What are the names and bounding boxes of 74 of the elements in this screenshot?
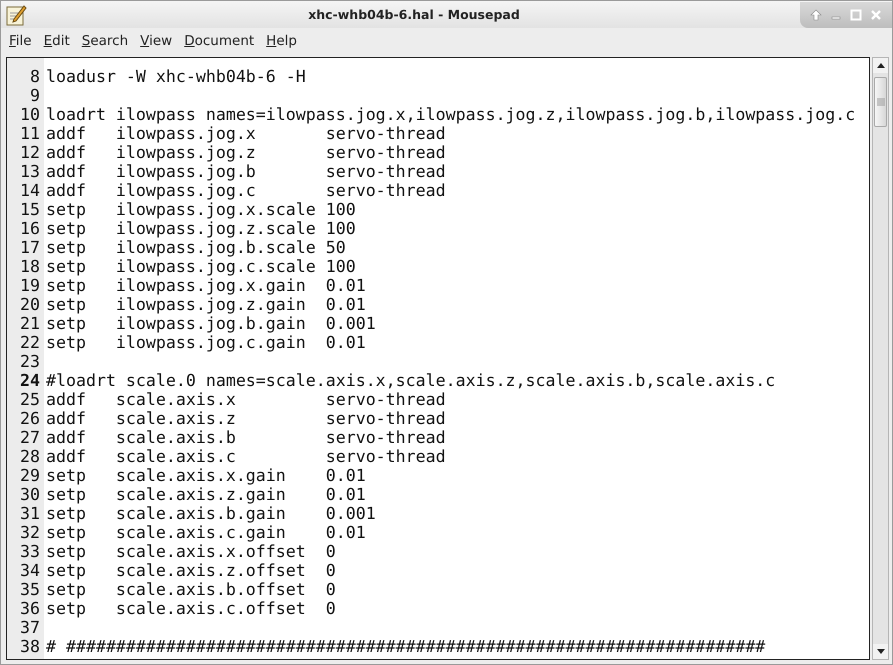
code-line: addf scale.axis.b servo-thread: [45, 428, 446, 447]
line-number: 15: [19, 200, 41, 219]
code-line: setp scale.axis.z.gain 0.01: [45, 485, 366, 504]
code-line: addf scale.axis.z servo-thread: [45, 409, 446, 428]
code-line: setp ilowpass.jog.c.scale 100: [45, 257, 356, 276]
code-line: setp scale.axis.c.gain 0.01: [45, 523, 366, 542]
line-number: 19: [19, 276, 41, 295]
line-number: 10: [19, 105, 41, 124]
code-line: setp scale.axis.b.gain 0.001: [45, 504, 376, 523]
code-line: setp ilowpass.jog.z.gain 0.01: [45, 295, 366, 314]
menu-item[interactable]: Help: [260, 33, 303, 49]
line-number: 16: [19, 219, 41, 238]
code-line: loadusr -W xhc-whb04b-6 -H: [45, 67, 306, 86]
close-icon[interactable]: [870, 8, 882, 20]
menu-item[interactable]: Document: [178, 33, 260, 49]
line-number: 36: [19, 599, 41, 618]
line-number: 13: [19, 162, 41, 181]
line-number: 31: [19, 504, 41, 523]
code-line: addf scale.axis.x servo-thread: [45, 390, 446, 409]
line-number: 26: [19, 409, 41, 428]
line-number: 34: [19, 561, 41, 580]
code-line: setp ilowpass.jog.b.gain 0.001: [45, 314, 376, 333]
scroll-thumb[interactable]: [874, 77, 887, 127]
code-line: setp scale.axis.z.offset 0: [45, 561, 336, 580]
line-number: 28: [19, 447, 41, 466]
line-number: 35: [19, 580, 41, 599]
line-number: 14: [19, 181, 41, 200]
menu-item[interactable]: File: [3, 33, 38, 49]
code-line: #loadrt scale.0 names=scale.axis.x,scale.axis.z,scale.axis.b,scale.axis.c: [45, 371, 776, 390]
code-line: addf ilowpass.jog.x servo-thread: [45, 124, 446, 143]
code-line: addf scale.axis.c servo-thread: [45, 447, 446, 466]
code-line: setp scale.axis.x.offset 0: [45, 542, 336, 561]
code-line: setp scale.axis.b.offset 0: [45, 580, 336, 599]
scroll-down-icon[interactable]: [876, 649, 884, 654]
line-number: 20: [19, 295, 41, 314]
scroll-up-icon[interactable]: [876, 63, 884, 68]
notepad-icon: [4, 2, 28, 26]
line-number: 38: [19, 637, 41, 656]
line-number: 30: [19, 485, 41, 504]
menu-item[interactable]: View: [134, 33, 178, 49]
line-number: 17: [19, 238, 41, 257]
code-line: # ######################################################################: [45, 637, 766, 656]
scrollbar[interactable]: [872, 57, 889, 660]
code-line: setp scale.axis.x.gain 0.01: [45, 466, 366, 485]
line-number: 29: [19, 466, 41, 485]
menu-item[interactable]: Search: [76, 33, 134, 49]
code-line: addf ilowpass.jog.z servo-thread: [45, 143, 446, 162]
line-number: 11: [19, 124, 41, 143]
line-number: 37: [19, 618, 41, 637]
window-title: xhc-whb04b-6.hal - Mousepad: [307, 7, 521, 22]
line-number: 32: [19, 523, 41, 542]
menu-item[interactable]: Edit: [38, 33, 76, 49]
code-line: setp ilowpass.jog.x.scale 100: [45, 200, 356, 219]
code-line: addf ilowpass.jog.b servo-thread: [45, 162, 446, 181]
line-number: 8: [29, 67, 41, 86]
line-number: 23: [19, 352, 41, 371]
line-number: 25: [19, 390, 41, 409]
text-editor[interactable]: [6, 57, 870, 660]
code-line: setp ilowpass.jog.b.scale 50: [45, 238, 346, 257]
line-number: 22: [19, 333, 41, 352]
line-number: 24: [19, 371, 41, 390]
code-line: setp ilowpass.jog.z.scale 100: [45, 219, 356, 238]
code-line: setp ilowpass.jog.c.gain 0.01: [45, 333, 366, 352]
line-number: 18: [19, 257, 41, 276]
line-number: 12: [19, 143, 41, 162]
line-number: 33: [19, 542, 41, 561]
code-line: setp scale.axis.c.offset 0: [45, 599, 336, 618]
code-line: addf ilowpass.jog.c servo-thread: [45, 181, 446, 200]
maximize-icon[interactable]: [850, 8, 862, 20]
line-number: 27: [19, 428, 41, 447]
code-line: loadrt ilowpass names=ilowpass.jog.x,ilowpass.jog.z,ilowpass.jog.b,ilowpass.jog.c: [45, 105, 856, 124]
line-number: 9: [29, 86, 41, 105]
line-number: 21: [19, 314, 41, 333]
code-line: setp ilowpass.jog.x.gain 0.01: [45, 276, 366, 295]
